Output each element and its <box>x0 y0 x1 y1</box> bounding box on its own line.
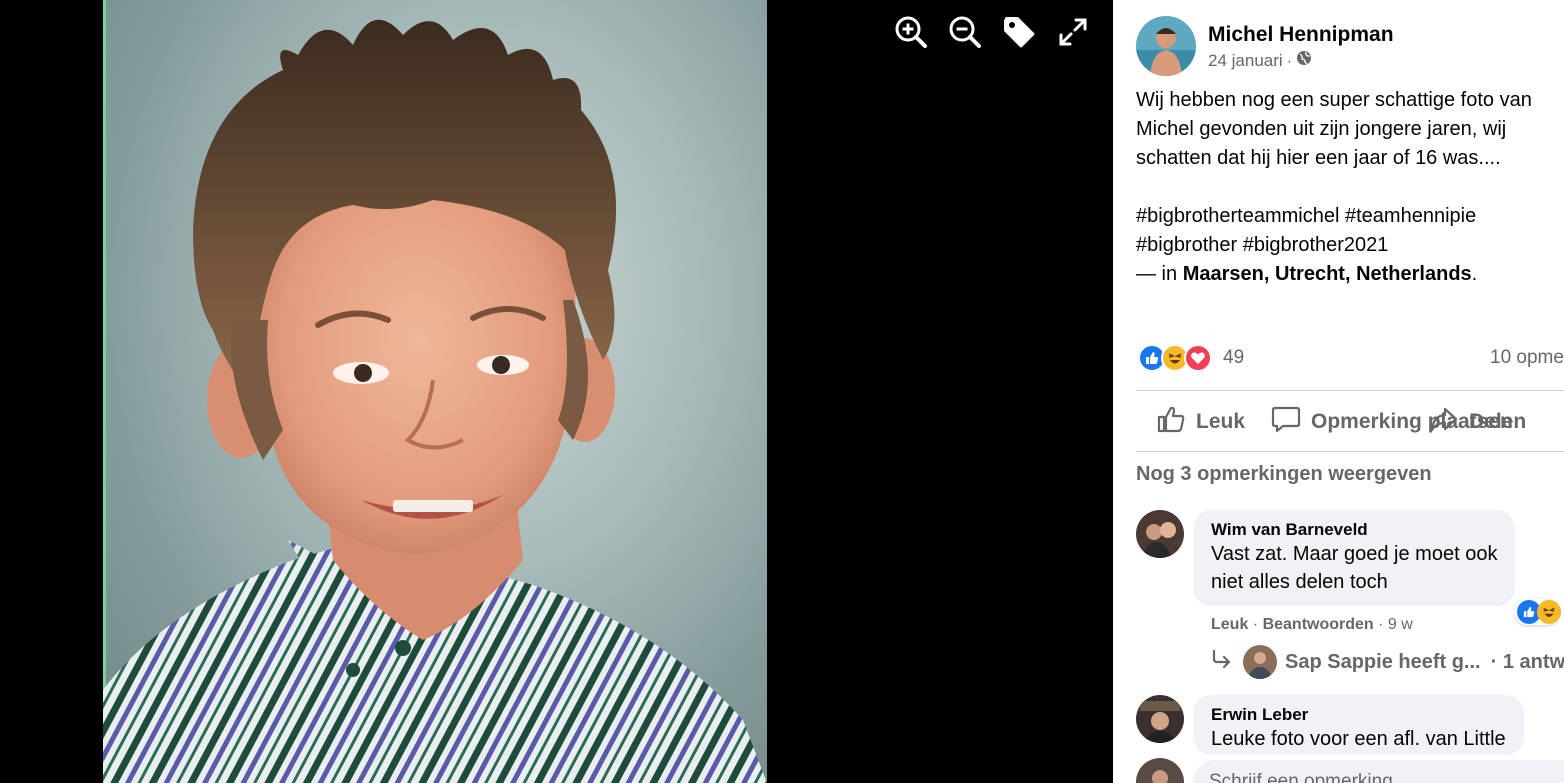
author-name[interactable]: Michel Hennipman <box>1208 21 1394 49</box>
comment-bubble: Wim van Barneveld Vast zat. Maar goed je… <box>1193 510 1516 606</box>
comment-count[interactable]: 10 opmerkingen <box>1490 347 1564 369</box>
post-header: Michel Hennipman 24 januari · <box>1136 16 1394 76</box>
reply-summary: Sap Sappie heeft g... <box>1285 650 1481 673</box>
post-text-line: Wij hebben nog een super schattige foto … <box>1136 89 1532 111</box>
fullscreen-icon[interactable] <box>1055 14 1091 50</box>
reply-arrow-icon <box>1211 649 1233 675</box>
comment-input[interactable]: Schrijf een opmerking... <box>1193 760 1564 783</box>
comment-text: Vast zat. Maar goed je moet ook <box>1211 543 1498 565</box>
post-text-line: schatten dat hij hier een jaar of 16 was… <box>1136 147 1501 169</box>
reply-thread-link[interactable]: Sap Sappie heeft g... · 1 antwoord <box>1211 645 1564 679</box>
comment-age[interactable]: 9 w <box>1388 616 1413 633</box>
hashtag-line[interactable]: #bigbrother #bigbrother2021 <box>1136 231 1564 260</box>
haha-reaction-icon <box>1537 600 1561 624</box>
post-text-line: Michel gevonden uit zijn jongere jaren, … <box>1136 118 1507 140</box>
view-more-comments[interactable]: Nog 3 opmerkingen weergeven <box>1136 463 1432 486</box>
zoom-out-icon[interactable] <box>947 14 983 50</box>
location-suffix: . <box>1471 263 1478 285</box>
like-button[interactable]: Leuk <box>1156 404 1245 440</box>
share-button[interactable]: Delen <box>1429 404 1526 440</box>
boy-portrait-illustration <box>103 0 767 783</box>
comment-item: Erwin Leber Leuke foto voor een afl. van… <box>1136 695 1524 755</box>
location-prefix: — in <box>1136 263 1183 285</box>
author-avatar[interactable] <box>1136 16 1196 76</box>
like-label: Leuk <box>1196 410 1246 433</box>
post-panel: Michel Hennipman 24 januari · Wij hebben… <box>1113 0 1564 783</box>
love-reaction-icon <box>1184 344 1212 372</box>
post-photo[interactable] <box>103 0 767 783</box>
comment-icon <box>1271 404 1301 440</box>
comment-like-link[interactable]: Leuk <box>1211 616 1248 633</box>
comment-text: niet alles delen toch <box>1211 571 1388 593</box>
commenter-name[interactable]: Wim van Barneveld <box>1211 520 1497 540</box>
replier-avatar <box>1243 645 1277 679</box>
post-date[interactable]: 24 januari <box>1208 51 1283 71</box>
divider <box>1136 451 1564 452</box>
post-actions: Leuk Opmerking plaatsen Delen <box>1156 404 1564 440</box>
globe-icon <box>1296 50 1312 71</box>
current-user-avatar <box>1136 758 1184 783</box>
commenter-avatar[interactable] <box>1136 510 1184 558</box>
location-line: — in Maarsen, Utrecht, Netherlands. <box>1136 260 1564 289</box>
reaction-count[interactable]: 49 <box>1223 347 1244 369</box>
comment-reply-link[interactable]: Beantwoorden <box>1263 616 1374 633</box>
comment-bubble: Erwin Leber Leuke foto voor een afl. van… <box>1193 695 1524 755</box>
date-separator: · <box>1286 50 1293 70</box>
hashtag-line[interactable]: #bigbrotherteammichel #teamhennipie <box>1136 202 1564 231</box>
comment-reactions[interactable] <box>1515 599 1561 625</box>
location-link[interactable]: Maarsen, Utrecht, Netherlands <box>1183 263 1472 285</box>
write-comment-row: Schrijf een opmerking... <box>1136 758 1564 783</box>
commenter-name[interactable]: Erwin Leber <box>1211 705 1506 725</box>
photo-viewer <box>0 0 1113 783</box>
comment-meta: Leuk · Beantwoorden · 9 w <box>1211 616 1413 633</box>
reactions-summary[interactable]: 49 10 opmerkingen <box>1138 343 1564 373</box>
share-label: Delen <box>1469 410 1527 433</box>
zoom-in-icon[interactable] <box>893 14 929 50</box>
comment-text: Leuke foto voor een afl. van Little <box>1211 728 1506 750</box>
reply-count: · 1 antwoord <box>1490 650 1564 673</box>
tag-icon[interactable] <box>1001 14 1037 50</box>
thumbs-up-icon <box>1156 404 1186 440</box>
viewer-toolbar <box>893 14 1091 50</box>
comment-item: Wim van Barneveld Vast zat. Maar goed je… <box>1136 510 1516 606</box>
share-icon <box>1429 404 1459 440</box>
commenter-avatar[interactable] <box>1136 695 1184 743</box>
post-text: Wij hebben nog een super schattige foto … <box>1136 86 1564 289</box>
divider <box>1136 390 1564 391</box>
